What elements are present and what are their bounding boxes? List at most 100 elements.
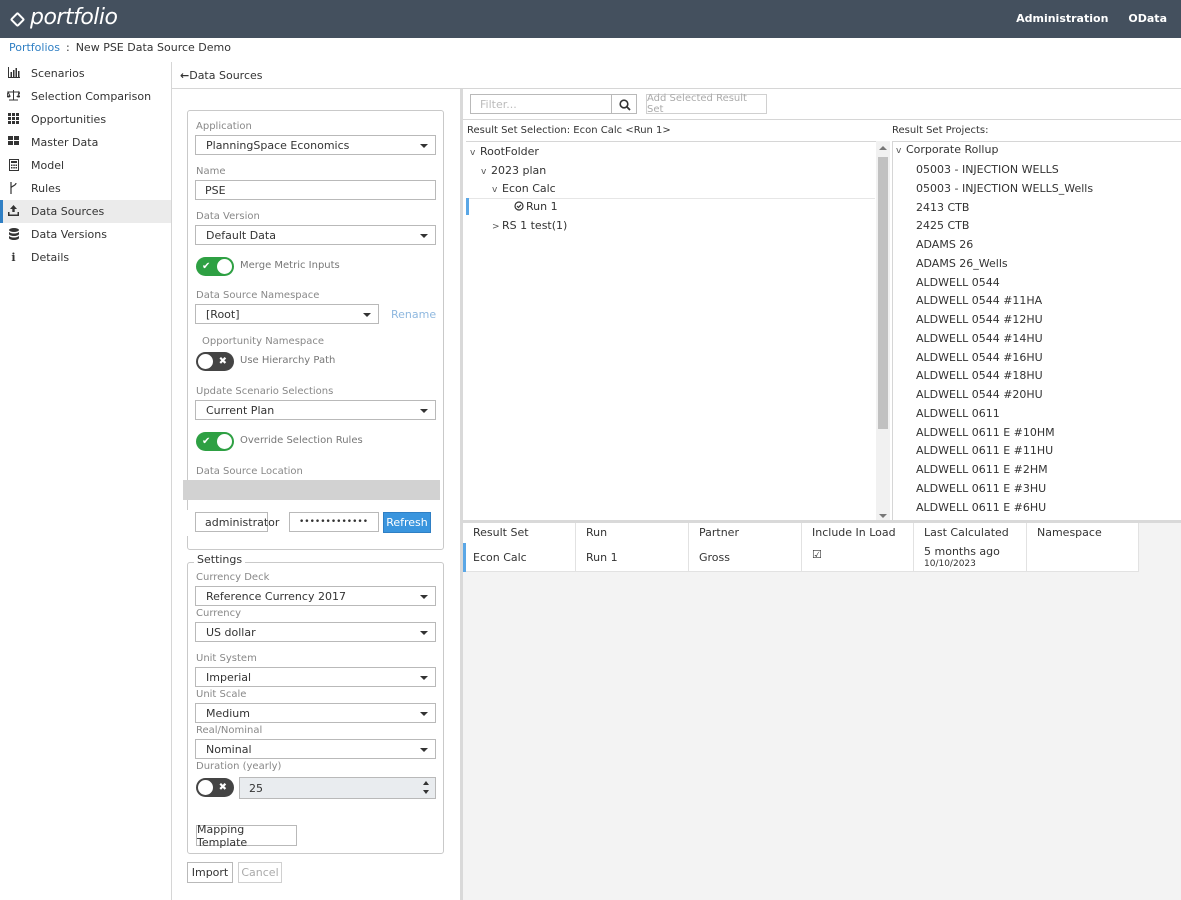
project-root-label: Corporate Rollup bbox=[906, 143, 999, 156]
list-item[interactable]: ALDWELL 0544 bbox=[916, 273, 1000, 292]
list-item[interactable]: 2413 CTB bbox=[916, 198, 969, 217]
import-button[interactable]: Import bbox=[187, 862, 233, 883]
sidebar-item-selection-comparison[interactable]: Selection Comparison bbox=[0, 85, 171, 108]
search-button[interactable] bbox=[611, 94, 637, 114]
tree-node-2023-plan[interactable]: v 2023 plan bbox=[481, 161, 546, 180]
name-input[interactable]: PSE bbox=[195, 180, 436, 200]
currency-deck-select[interactable]: Reference Currency 2017 bbox=[195, 586, 436, 606]
scroll-down-icon[interactable] bbox=[879, 514, 887, 518]
tree-node-econ-calc[interactable]: v Econ Calc bbox=[492, 179, 556, 198]
column-header-include-in-load[interactable]: Include In Load bbox=[802, 523, 914, 543]
arrow-left-icon: ← bbox=[180, 69, 190, 82]
logo-diamond-icon bbox=[9, 11, 26, 27]
spinner-up-icon[interactable] bbox=[423, 781, 429, 785]
hierarchy-path-toggle[interactable]: ✖ bbox=[196, 352, 234, 371]
list-item[interactable]: 05003 - INJECTION WELLS bbox=[916, 160, 1059, 179]
sidebar-item-data-versions[interactable]: Data Versions bbox=[0, 223, 171, 246]
list-item[interactable]: ALDWELL 0611 E #11HU bbox=[916, 441, 1053, 460]
column-header-partner[interactable]: Partner bbox=[689, 523, 802, 543]
sidebar-item-details[interactable]: i Details bbox=[0, 246, 171, 269]
data-version-label: Data Version bbox=[196, 211, 260, 222]
logo-text: portfolio bbox=[30, 5, 118, 30]
project-root-corporate-rollup[interactable]: v Corporate Rollup bbox=[896, 143, 998, 160]
list-item[interactable]: 2425 CTB bbox=[916, 216, 969, 235]
app-logo[interactable]: portfolio bbox=[9, 5, 118, 30]
tree-node-rs-1-test[interactable]: > RS 1 test(1) bbox=[492, 216, 567, 235]
scale-icon bbox=[6, 90, 22, 103]
list-item[interactable]: ALDWELL 0544 #11HA bbox=[916, 291, 1042, 310]
duration-toggle[interactable]: ✖ bbox=[196, 778, 234, 797]
unit-system-select[interactable]: Imperial bbox=[195, 667, 436, 687]
sidebar-item-data-sources[interactable]: Data Sources bbox=[0, 200, 171, 223]
list-item[interactable]: ALDWELL 0544 #12HU bbox=[916, 310, 1043, 329]
list-item[interactable]: ALDWELL 0611 E #3HU bbox=[916, 479, 1046, 498]
application-select[interactable]: PlanningSpace Economics bbox=[195, 135, 436, 155]
mapping-template-button[interactable]: Mapping Template bbox=[196, 823, 297, 849]
data-version-value: Default Data bbox=[206, 229, 276, 242]
password-input[interactable]: ••••••••••••• bbox=[289, 512, 379, 532]
x-icon: ✖ bbox=[218, 356, 227, 367]
namespace-label: Data Source Namespace bbox=[196, 290, 320, 301]
sidebar-item-model[interactable]: Model bbox=[0, 154, 171, 177]
list-item[interactable]: 05003 - INJECTION WELLS_Wells bbox=[916, 179, 1093, 198]
back-to-data-sources-link[interactable]: ←Data Sources bbox=[180, 69, 263, 82]
nav-administration[interactable]: Administration bbox=[1016, 12, 1108, 25]
column-header-run[interactable]: Run bbox=[576, 523, 689, 543]
override-rules-toggle[interactable]: ✔ bbox=[196, 432, 234, 451]
add-selected-result-set-button[interactable]: Add Selected Result Set bbox=[646, 93, 767, 115]
list-item[interactable]: ALDWELL 0544 #14HU bbox=[916, 329, 1043, 348]
list-item[interactable]: ADAMS 26_Wells bbox=[916, 254, 1008, 273]
include-checkbox[interactable]: ☑ bbox=[812, 548, 822, 561]
tree-node-rootfolder[interactable]: v RootFolder bbox=[470, 142, 539, 161]
cell-include-in-load: ☑ bbox=[802, 543, 914, 571]
username-input[interactable]: administrator bbox=[195, 512, 279, 532]
filter-input[interactable]: Filter... bbox=[470, 94, 612, 114]
caret-down-icon bbox=[420, 748, 428, 752]
list-item[interactable]: ALDWELL 0544 #18HU bbox=[916, 366, 1043, 385]
cell-run: Run 1 bbox=[576, 543, 689, 571]
refresh-button[interactable]: Refresh bbox=[383, 512, 431, 533]
data-version-select[interactable]: Default Data bbox=[195, 225, 436, 245]
namespace-select[interactable]: [Root] bbox=[195, 304, 379, 324]
bar-chart-icon bbox=[7, 67, 20, 80]
table-row[interactable]: Econ Calc Run 1 Gross ☑ 5 months ago 10/… bbox=[463, 543, 1139, 572]
list-item[interactable]: ALDWELL 0611 E #2HM bbox=[916, 460, 1048, 479]
sidebar-item-rules[interactable]: Rules bbox=[0, 177, 171, 200]
data-source-form: Application PlanningSpace Economics Name… bbox=[172, 89, 460, 900]
list-item[interactable]: ALDWELL 0611 E #10HM bbox=[916, 423, 1055, 442]
spinner-down-icon[interactable] bbox=[423, 790, 429, 794]
list-item[interactable]: ADAMS 26 bbox=[916, 235, 973, 254]
column-header-last-calculated[interactable]: Last Calculated bbox=[914, 523, 1027, 543]
caret-down-icon bbox=[420, 712, 428, 716]
duration-input[interactable]: 25 bbox=[239, 777, 436, 799]
unit-scale-select[interactable]: Medium bbox=[195, 703, 436, 723]
merge-metric-toggle[interactable]: ✔ bbox=[196, 257, 234, 276]
tree-node-run-1[interactable]: Run 1 bbox=[514, 197, 558, 216]
update-scenario-select[interactable]: Current Plan bbox=[195, 400, 436, 420]
sidebar-item-scenarios[interactable]: Scenarios bbox=[0, 62, 171, 85]
currency-select[interactable]: US dollar bbox=[195, 622, 436, 642]
scroll-thumb[interactable] bbox=[878, 157, 888, 429]
unit-system-value: Imperial bbox=[206, 671, 252, 684]
upload-icon bbox=[7, 205, 20, 218]
toggle-knob bbox=[217, 259, 232, 274]
column-header-namespace[interactable]: Namespace bbox=[1027, 523, 1139, 543]
list-item[interactable]: ALDWELL 0611 E #6HU bbox=[916, 498, 1046, 517]
list-item[interactable]: ALDWELL 0544 #16HU bbox=[916, 348, 1043, 367]
list-item[interactable]: ALDWELL 0544 #20HU bbox=[916, 385, 1043, 404]
list-item[interactable]: ALDWELL 0611 bbox=[916, 404, 1000, 423]
sidebar-item-master-data[interactable]: Master Data bbox=[0, 131, 171, 154]
cancel-button[interactable]: Cancel bbox=[238, 862, 282, 883]
application-label: Application bbox=[196, 121, 252, 132]
back-label: Data Sources bbox=[189, 69, 263, 82]
scroll-up-icon[interactable] bbox=[879, 146, 887, 150]
column-header-result-set[interactable]: Result Set bbox=[463, 523, 576, 543]
location-field[interactable] bbox=[183, 480, 440, 500]
breadcrumb-portfolios-link[interactable]: Portfolios bbox=[9, 41, 60, 54]
rename-link[interactable]: Rename bbox=[391, 308, 436, 321]
tree-scrollbar[interactable] bbox=[876, 141, 890, 521]
sidebar-item-opportunities[interactable]: Opportunities bbox=[0, 108, 171, 131]
real-nominal-select[interactable]: Nominal bbox=[195, 739, 436, 759]
currency-label: Currency bbox=[196, 608, 242, 619]
nav-odata[interactable]: OData bbox=[1128, 12, 1167, 25]
